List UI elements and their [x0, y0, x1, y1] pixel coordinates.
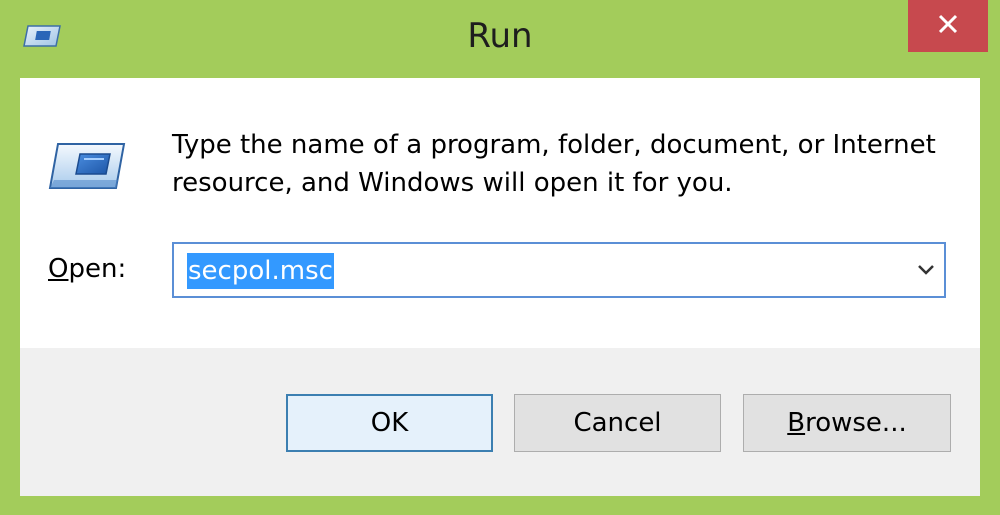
- title-bar[interactable]: Run: [0, 0, 1000, 78]
- ok-button[interactable]: OK: [286, 394, 493, 452]
- dialog-content: Type the name of a program, folder, docu…: [20, 78, 980, 348]
- chevron-down-icon: [917, 261, 935, 280]
- close-button[interactable]: [908, 0, 988, 52]
- open-label-text: pen:: [68, 254, 127, 284]
- close-icon: [937, 13, 959, 39]
- browse-button-mnemonic: B: [787, 408, 806, 438]
- window-title: Run: [467, 16, 533, 56]
- cancel-button-label: Cancel: [573, 408, 662, 438]
- ok-button-label: OK: [370, 408, 409, 438]
- open-label: Open:: [48, 254, 126, 284]
- cancel-button[interactable]: Cancel: [514, 394, 721, 452]
- open-label-mnemonic: O: [48, 254, 69, 284]
- open-input-selected-text[interactable]: secpol.msc: [187, 253, 334, 289]
- dropdown-button[interactable]: [914, 256, 938, 284]
- run-icon: [22, 24, 62, 48]
- description-text: Type the name of a program, folder, docu…: [172, 130, 936, 198]
- browse-button[interactable]: Browse...: [743, 394, 951, 452]
- browse-button-label: rowse...: [805, 408, 907, 438]
- dialog-client-area: Type the name of a program, folder, docu…: [20, 78, 980, 496]
- run-dialog-window: Run Type the name of a program, folder, …: [0, 0, 1000, 515]
- run-program-icon: [46, 140, 126, 192]
- open-combobox[interactable]: secpol.msc: [172, 242, 946, 298]
